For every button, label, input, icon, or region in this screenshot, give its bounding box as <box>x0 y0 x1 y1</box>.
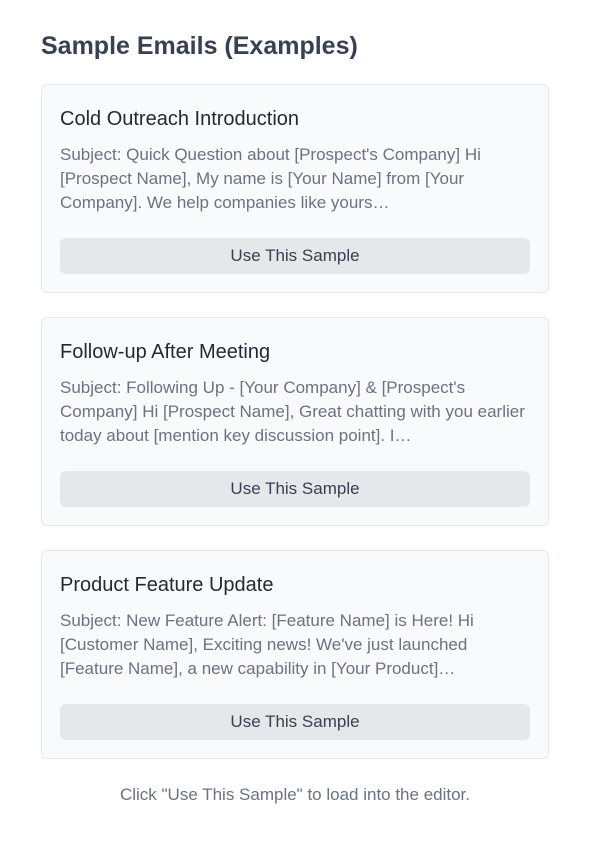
sample-preview: Subject: Quick Question about [Prospect'… <box>60 145 481 212</box>
use-sample-button[interactable]: Use This Sample <box>60 238 530 274</box>
sample-card-follow-up: Follow-up After Meeting Subject: Followi… <box>41 317 549 526</box>
footer-hint: Click "Use This Sample" to load into the… <box>119 785 471 804</box>
sample-emails-panel: Sample Emails (Examples) Cold Outreach I… <box>41 28 549 807</box>
sample-card-feature-update: Product Feature Update Subject: New Feat… <box>41 550 549 759</box>
panel-title: Sample Emails (Examples) <box>41 32 358 60</box>
sample-title: Follow-up After Meeting <box>60 341 271 363</box>
sample-preview: Subject: New Feature Alert: [Feature Nam… <box>60 611 474 678</box>
sample-title: Product Feature Update <box>60 574 274 596</box>
sample-card-cold-outreach: Cold Outreach Introduction Subject: Quic… <box>41 84 549 293</box>
sample-title: Cold Outreach Introduction <box>60 108 300 130</box>
sample-list: Cold Outreach Introduction Subject: Quic… <box>41 84 549 759</box>
use-sample-button[interactable]: Use This Sample <box>60 471 530 507</box>
use-sample-button[interactable]: Use This Sample <box>60 704 530 740</box>
sample-preview: Subject: Following Up - [Your Company] &… <box>60 378 525 445</box>
